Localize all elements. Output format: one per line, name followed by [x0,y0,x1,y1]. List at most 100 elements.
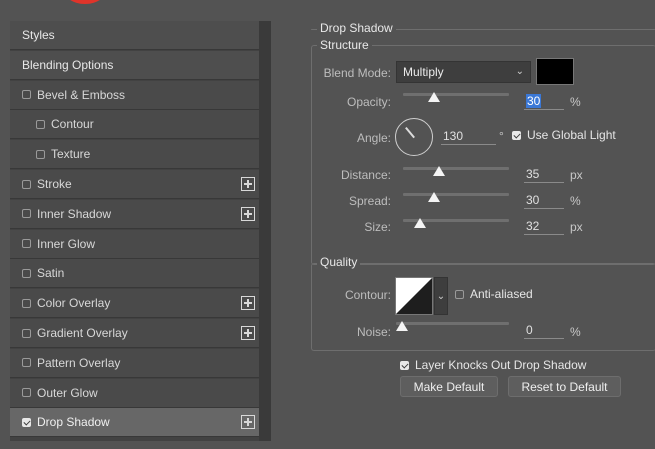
outer-glow-checkbox[interactable] [22,388,31,398]
spread-input[interactable]: 30 [524,191,564,209]
sidebar-item-inner-glow[interactable]: Inner Glow [10,229,259,259]
noise-slider-thumb[interactable] [396,321,408,331]
bevel-emboss-checkbox[interactable] [22,90,31,100]
size-input[interactable]: 32 [524,217,564,235]
sidebar-item-color-overlay[interactable]: Color Overlay [10,289,259,319]
sidebar-item-bevel-emboss[interactable]: Bevel & Emboss [10,80,259,110]
make-default-button[interactable]: Make Default [400,376,498,397]
size-label: Size: [364,220,391,234]
add-color-overlay-icon[interactable] [241,296,255,311]
quality-legend: Quality [317,255,361,269]
shadow-color-swatch[interactable] [536,58,574,85]
gradient-overlay-checkbox[interactable] [22,328,31,338]
color-overlay-checkbox[interactable] [22,298,31,308]
sidebar-item-pattern-overlay[interactable]: Pattern Overlay [10,348,259,378]
sidebar-item-label: Inner Shadow [37,206,112,221]
sidebar-item-label: Texture [51,147,91,162]
contour-label: Contour: [344,288,391,302]
sidebar-item-styles[interactable]: Styles [10,21,259,50]
blend-mode-value: Multiply [403,65,444,79]
blend-mode-dropdown[interactable]: Multiply ⌄ [396,61,531,83]
opacity-input[interactable]: 30 [524,92,564,110]
anti-aliased-check-icon [455,289,464,299]
contour-checkbox[interactable] [36,119,45,129]
anti-aliased-checkbox[interactable]: Anti-aliased [455,287,533,301]
contour-curve-icon [396,278,432,314]
size-unit: px [570,220,583,234]
add-inner-shadow-icon[interactable] [241,206,255,221]
add-drop-shadow-icon[interactable] [241,415,255,430]
angle-dial[interactable] [395,118,433,156]
use-global-light-label: Use Global Light [527,128,616,142]
sidebar-item-label: Contour [51,117,94,132]
size-slider-thumb[interactable] [414,218,426,228]
sidebar-item-satin[interactable]: Satin [10,259,259,289]
layer-knocks-out-checkbox[interactable]: Layer Knocks Out Drop Shadow [400,358,586,372]
chevron-down-icon: ⌄ [436,290,446,302]
sidebar-item-texture[interactable]: Texture [10,140,259,170]
angle-dial-hand [405,127,415,139]
add-gradient-overlay-icon[interactable] [241,326,255,340]
sidebar-item-label: Color Overlay [37,296,111,311]
distance-slider-thumb[interactable] [433,166,445,176]
spread-slider-track[interactable] [403,193,509,196]
noise-slider-track[interactable] [396,322,509,325]
sidebar-item-inner-shadow[interactable]: Inner Shadow [10,199,259,229]
inner-shadow-checkbox[interactable] [22,209,31,219]
spread-label: Spread: [348,194,391,208]
sidebar-item-drop-shadow[interactable]: Drop Shadow [10,408,259,438]
layer-knocks-out-check-icon [400,360,409,370]
blend-mode-label: Blend Mode: [323,66,391,80]
opacity-label: Opacity: [346,95,391,109]
satin-checkbox[interactable] [22,268,31,278]
noise-input[interactable]: 0 [524,321,564,339]
opacity-slider-thumb[interactable] [428,92,440,102]
sidebar-item-outer-glow[interactable]: Outer Glow [10,378,259,408]
sidebar-item-label: Outer Glow [37,385,98,400]
chevron-down-icon: ⌄ [515,66,524,77]
opacity-unit: % [570,95,581,109]
drop-shadow-panel: Drop Shadow Structure Blend Mode: Multip… [287,21,655,449]
sidebar-item-label: Gradient Overlay [37,326,128,340]
sidebar-item-label: Inner Glow [37,236,96,251]
noise-label: Noise: [356,325,391,339]
contour-preview[interactable] [395,277,433,315]
spread-unit: % [570,194,581,208]
pattern-overlay-checkbox[interactable] [22,358,31,368]
spread-slider-thumb[interactable] [428,192,440,202]
distance-slider-track[interactable] [403,167,509,170]
stroke-checkbox[interactable] [22,179,31,189]
layer-knocks-out-label: Layer Knocks Out Drop Shadow [415,358,587,372]
distance-input[interactable]: 35 [524,165,564,183]
distance-label: Distance: [340,168,391,182]
structure-legend: Structure [317,38,372,52]
sidebar-item-label: Stroke [37,177,72,191]
angle-label: Angle: [356,131,391,145]
angle-input[interactable]: 130 [441,127,496,145]
add-stroke-icon[interactable] [241,177,255,191]
sidebar-item-label: Blending Options [22,57,114,72]
styles-list-scrollbar[interactable] [259,21,271,441]
sidebar-item-label: Drop Shadow [37,415,110,430]
drop-shadow-checkbox[interactable] [22,417,31,427]
sidebar-item-gradient-overlay[interactable]: Gradient Overlay [10,319,259,348]
texture-checkbox[interactable] [36,149,45,159]
sidebar-item-stroke[interactable]: Stroke [10,170,259,199]
annotation-arc [62,0,108,4]
inner-glow-checkbox[interactable] [22,239,31,249]
distance-unit: px [570,168,583,182]
reset-to-default-button[interactable]: Reset to Default [508,376,621,397]
anti-aliased-label: Anti-aliased [470,287,533,301]
contour-dropdown[interactable]: ⌄ [434,277,448,315]
use-global-light-checkbox[interactable]: Use Global Light [512,128,616,142]
drop-shadow-title: Drop Shadow [317,21,396,35]
styles-list: Styles Blending Options Bevel & Emboss Cont… [10,21,259,441]
sidebar-item-label: Bevel & Emboss [37,87,126,102]
sidebar-item-label: Pattern Overlay [37,355,121,370]
sidebar-item-blending-options[interactable]: Blending Options [10,50,259,80]
noise-unit: % [570,325,581,339]
sidebar-item-label: Satin [37,266,65,281]
use-global-light-check-icon [512,130,521,140]
opacity-slider-track[interactable] [403,93,509,96]
sidebar-item-contour[interactable]: Contour [10,110,259,140]
